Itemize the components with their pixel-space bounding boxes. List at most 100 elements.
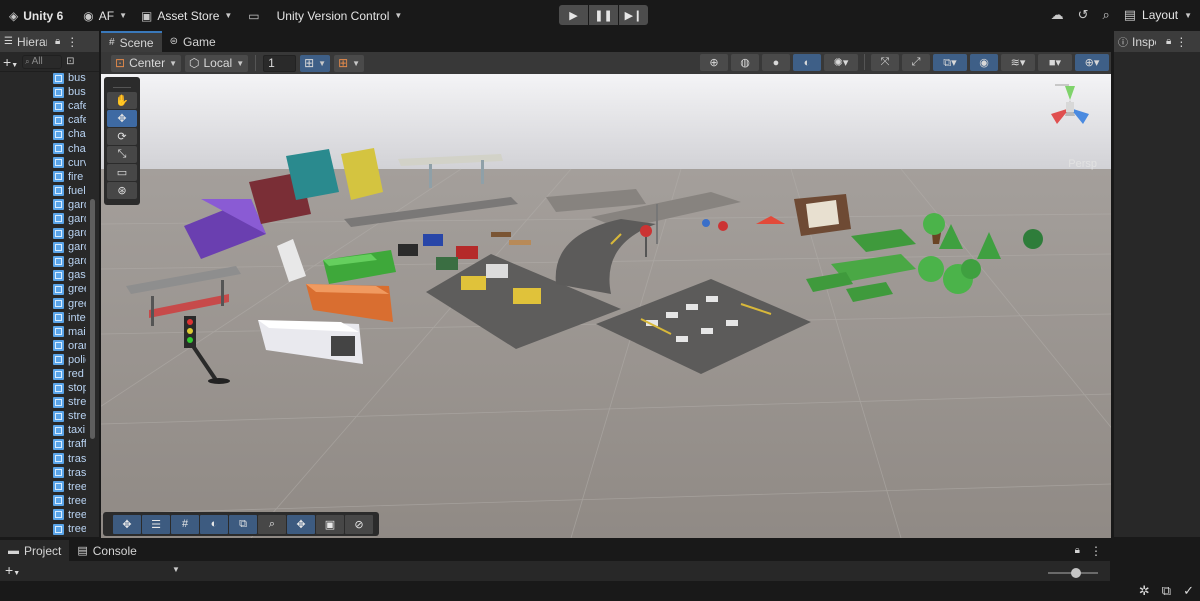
hierarchy-item[interactable]: stop	[0, 381, 100, 395]
hierarchy-item[interactable]: tree	[0, 494, 100, 508]
hierarchy-item[interactable]: green	[0, 297, 100, 311]
hierarchy-item[interactable]: red	[0, 367, 100, 381]
overlay-search-button[interactable]: ⌕	[258, 514, 286, 534]
grid-snap-toggle[interactable]: ⊞ ▼	[300, 54, 331, 72]
version-control-dropdown[interactable]: ▭ Unity Version Control ▼	[242, 5, 408, 27]
overlay-camera-button[interactable]: ▣	[316, 514, 344, 534]
hierarchy-item[interactable]: fuel	[0, 184, 100, 198]
drag-handle[interactable]	[113, 80, 131, 88]
step-button[interactable]: ▶❙	[619, 5, 648, 25]
hierarchy-item[interactable]: garden	[0, 240, 100, 254]
grid-snap-field[interactable]: 1	[263, 54, 297, 72]
tab-console[interactable]: ▤ Console	[69, 540, 144, 561]
account-dropdown[interactable]: ◉ AF ▼	[77, 5, 133, 27]
hierarchy-tab[interactable]: ☰ Hierarchy 🔒︎ ⋮	[0, 31, 99, 52]
hierarchy-item[interactable]: tree	[0, 508, 100, 522]
unlit-shading-button[interactable]: ●	[762, 54, 790, 71]
tab-project[interactable]: ▬ Project	[0, 540, 70, 561]
hierarchy-item[interactable]: curve	[0, 156, 100, 170]
more-options-icon[interactable]: ⋮	[1090, 544, 1102, 558]
hierarchy-item[interactable]: garden	[0, 198, 100, 212]
more-options-icon[interactable]: ⋮	[66, 35, 78, 49]
hierarchy-item[interactable]: orange	[0, 339, 100, 353]
asset-store-dropdown[interactable]: ▣ Asset Store ▼	[135, 5, 238, 27]
overlay-compass-button[interactable]: ⊘	[345, 514, 373, 534]
zoom-slider[interactable]	[1048, 568, 1098, 578]
hierarchy-item[interactable]: traffic	[0, 437, 100, 451]
scene-render[interactable]	[101, 74, 1111, 538]
hierarchy-item[interactable]: cafe	[0, 113, 100, 127]
scene-viewport[interactable]: ✋ ✥ ⟳ ⤡ ▭ ⊛ Persp ✥ ☰ # ◐ ⧉ ⌕ ✥ ▣ ⊘	[101, 74, 1111, 538]
hierarchy-item[interactable]: street	[0, 395, 100, 409]
lock-icon[interactable]: 🔒︎	[55, 36, 60, 47]
overlay-pan-button[interactable]: ✥	[287, 514, 315, 534]
tab-game[interactable]: ⊜ Game	[162, 31, 224, 52]
axis-gizmo-icon[interactable]	[1035, 78, 1105, 158]
hierarchy-item[interactable]: trash	[0, 452, 100, 466]
hierarchy-item[interactable]: chair	[0, 141, 100, 155]
hierarchy-search-input[interactable]: ⌕ All	[22, 54, 63, 69]
scale-tool-button[interactable]: ⤡	[107, 146, 137, 163]
zoom-slider-knob[interactable]	[1070, 568, 1081, 578]
draw-mode-dropdown[interactable]: ≋▾	[1001, 54, 1035, 71]
hierarchy-item[interactable]: tree	[0, 522, 100, 536]
layout-dropdown[interactable]: ▤ Layout ▼	[1124, 7, 1192, 23]
filter-icon[interactable]: ⊡	[66, 56, 74, 67]
hand-tool-button[interactable]: ✋	[107, 92, 137, 109]
shaded-wireframe-button[interactable]: ◍	[731, 54, 759, 71]
hierarchy-item[interactable]: cafe	[0, 99, 100, 113]
overlay-sliders-button[interactable]: ☰	[142, 514, 170, 534]
hierarchy-item[interactable]: taxi	[0, 423, 100, 437]
scene-visibility-toggle[interactable]: ⧉▾	[933, 54, 967, 71]
hierarchy-item[interactable]: bus	[0, 85, 100, 99]
inspector-tab[interactable]: ⓘ Inspector 🔒︎ ⋮	[1114, 31, 1200, 52]
hierarchy-item[interactable]: green	[0, 282, 100, 296]
more-options-icon[interactable]: ⋮	[1175, 35, 1187, 49]
create-button[interactable]: +▼	[5, 562, 20, 578]
wireframe-shading-button[interactable]: ⊕	[700, 54, 728, 71]
overlay-layers-button[interactable]: ⧉	[229, 514, 257, 534]
overlay-shading-button[interactable]: ◐	[200, 514, 228, 534]
hierarchy-item[interactable]: street	[0, 409, 100, 423]
cloud-icon[interactable]: ☁	[1051, 7, 1064, 23]
hierarchy-item[interactable]: gas	[0, 268, 100, 282]
lock-icon[interactable]: 🔒︎	[1166, 36, 1171, 47]
hierarchy-item[interactable]: chair	[0, 127, 100, 141]
hierarchy-item[interactable]: garden	[0, 254, 100, 268]
history-icon[interactable]: ↺	[1078, 7, 1089, 23]
hidden-objects-toggle[interactable]: ◉	[970, 54, 998, 71]
lock-icon[interactable]: 🔒︎	[1075, 545, 1080, 556]
projection-label[interactable]: Persp	[1068, 158, 1097, 170]
overlay-move-button[interactable]: ✥	[113, 514, 141, 534]
tab-scene[interactable]: # Scene	[101, 31, 162, 52]
hierarchy-scrollbar[interactable]	[90, 73, 96, 525]
rotate-tool-button[interactable]: ⟳	[107, 128, 137, 145]
hierarchy-item[interactable]: garden	[0, 226, 100, 240]
hierarchy-item[interactable]: main	[0, 325, 100, 339]
rect-tool-button[interactable]: ▭	[107, 164, 137, 181]
hierarchy-item[interactable]: inter	[0, 311, 100, 325]
scroll-down-icon[interactable]: ▼	[172, 565, 180, 574]
hierarchy-item[interactable]: fire	[0, 170, 100, 184]
shaded-button[interactable]: ◐	[793, 54, 821, 71]
audio-toggle[interactable]: ⤧	[871, 54, 899, 71]
cache-server-icon[interactable]: ⧉	[1162, 583, 1171, 599]
transform-tool-button[interactable]: ⊛	[107, 182, 137, 199]
hierarchy-item[interactable]: bus	[0, 71, 100, 85]
pause-button[interactable]: ❚❚	[589, 5, 618, 25]
check-circle-icon[interactable]: ✓	[1183, 583, 1194, 599]
search-icon[interactable]: ⌕	[1102, 7, 1109, 23]
scrollbar-thumb[interactable]	[90, 199, 95, 439]
lighting-toggle[interactable]: ✺▾	[824, 54, 858, 71]
debug-icon[interactable]: ✲	[1139, 583, 1150, 599]
unity-menu-button[interactable]: ◈ Unity 6	[0, 5, 69, 27]
gizmos-dropdown[interactable]: ⊕▾	[1075, 54, 1109, 71]
move-tool-button[interactable]: ✥	[107, 110, 137, 127]
camera-dropdown[interactable]: ■▾	[1038, 54, 1072, 71]
increment-snap-toggle[interactable]: ⊞ ▼	[334, 54, 365, 72]
hierarchy-item[interactable]: tree	[0, 480, 100, 494]
play-button[interactable]: ▶	[559, 5, 588, 25]
create-button[interactable]: +▼	[3, 54, 18, 70]
hierarchy-item[interactable]: police	[0, 353, 100, 367]
space-mode-dropdown[interactable]: ⬡ Local ▼	[185, 54, 249, 72]
